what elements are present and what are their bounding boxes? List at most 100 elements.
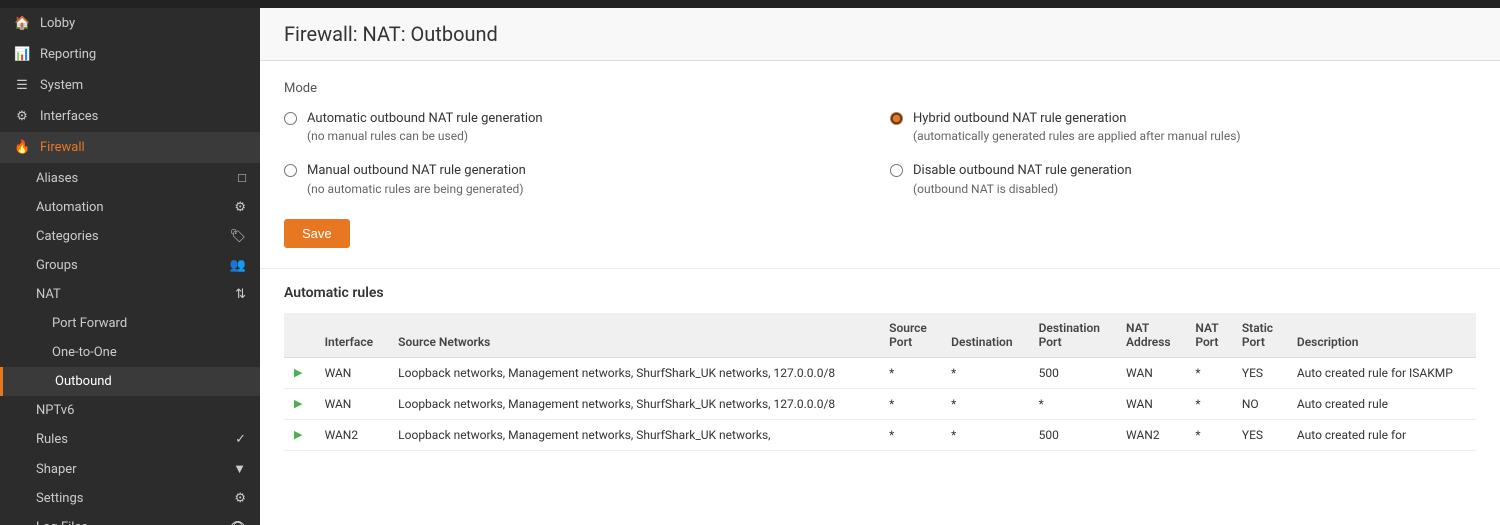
rules-label: Rules [36,432,68,447]
main-content: Firewall: NAT: Outbound Mode Automatic o… [260,8,1500,525]
firewall-icon: 🔥 [14,140,30,155]
sidebar-item-label: Reporting [40,47,96,62]
row-source-port: * [879,419,941,450]
row-source-networks: Loopback networks, Management networks, … [388,388,879,419]
row-indicator: ▶ [284,357,315,388]
sidebar-item-label: Interfaces [40,109,98,124]
reporting-icon: 📊 [14,47,30,62]
sidebar-item-outbound[interactable]: Outbound [0,367,260,396]
row-source-port: * [879,357,941,388]
col-description: Description [1287,313,1476,358]
table-row: ▶ WAN Loopback networks, Management netw… [284,388,1476,419]
radio-disable[interactable] [890,164,903,177]
automation-badge: ⚙ [234,200,246,215]
sidebar-item-port-forward[interactable]: Port Forward [0,309,260,338]
radio-option-auto: Automatic outbound NAT rule generation (… [284,110,870,146]
sidebar-item-settings[interactable]: Settings ⚙ [0,484,260,513]
sidebar-item-log-files[interactable]: Log Files 👁 [0,513,260,525]
log-files-label: Log Files [36,520,88,525]
automation-label: Automation [36,200,104,215]
row-nat-address: WAN [1116,357,1185,388]
sidebar-item-nat[interactable]: NAT ⇅ [0,280,260,309]
sidebar-item-firewall[interactable]: 🔥 Firewall [0,132,260,163]
outbound-label: Outbound [55,374,112,389]
radio-auto[interactable] [284,112,297,125]
row-indicator: ▶ [284,419,315,450]
row-interface: WAN [315,357,389,388]
top-bar [0,0,1500,8]
radio-hybrid[interactable] [890,112,903,125]
row-destination-port: 500 [1029,419,1116,450]
sidebar-item-system[interactable]: ☰ System [0,70,260,101]
sidebar-item-label: System [40,78,83,93]
port-forward-label: Port Forward [52,316,127,331]
radio-option-disable: Disable outbound NAT rule generation (ou… [890,162,1476,198]
nat-label: NAT [36,287,61,302]
sidebar-item-one-to-one[interactable]: One-to-One [0,338,260,367]
row-static-port: NO [1232,388,1287,419]
system-icon: ☰ [14,78,30,93]
sidebar: 🏠 Lobby 📊 Reporting ☰ System ⚙ Interface… [0,8,260,525]
sidebar-item-reporting[interactable]: 📊 Reporting [0,39,260,70]
col-destination-port: DestinationPort [1029,313,1116,358]
row-static-port: YES [1232,419,1287,450]
log-files-badge: 👁 [229,520,246,525]
categories-badge: 🏷 [229,229,246,244]
rules-table: Interface Source Networks SourcePort Des… [284,313,1476,451]
settings-badge: ⚙ [234,491,246,506]
row-source-port: * [879,388,941,419]
lobby-icon: 🏠 [14,16,30,31]
radio-manual[interactable] [284,164,297,177]
row-destination-port: 500 [1029,357,1116,388]
radio-manual-label[interactable]: Manual outbound NAT rule generation (no … [307,162,526,198]
one-to-one-label: One-to-One [52,345,117,360]
row-nat-address: WAN [1116,388,1185,419]
radio-auto-label[interactable]: Automatic outbound NAT rule generation (… [307,110,543,146]
col-source-port: SourcePort [879,313,941,358]
radio-hybrid-label[interactable]: Hybrid outbound NAT rule generation (aut… [913,110,1241,146]
sidebar-item-automation[interactable]: Automation ⚙ [0,193,260,222]
row-description: Auto created rule for ISAKMP [1287,357,1476,388]
save-button[interactable]: Save [284,219,350,248]
sidebar-item-interfaces[interactable]: ⚙ Interfaces [0,101,260,132]
row-destination: * [941,357,1028,388]
col-destination: Destination [941,313,1028,358]
sidebar-item-shaper[interactable]: Shaper ▼ [0,454,260,484]
row-indicator: ▶ [284,388,315,419]
radio-option-hybrid: Hybrid outbound NAT rule generation (aut… [890,110,1476,146]
radio-option-manual: Manual outbound NAT rule generation (no … [284,162,870,198]
shaper-label: Shaper [36,462,77,477]
col-nat-address: NATAddress [1116,313,1185,358]
col-indicator [284,313,315,358]
categories-label: Categories [36,229,99,244]
page-header: Firewall: NAT: Outbound [260,8,1500,61]
row-interface: WAN2 [315,419,389,450]
page-title: Firewall: NAT: Outbound [284,22,1476,46]
sidebar-item-nptv6[interactable]: NPTv6 [0,396,260,425]
sidebar-item-categories[interactable]: Categories 🏷 [0,222,260,251]
sidebar-item-rules[interactable]: Rules ✓ [0,425,260,454]
shaper-badge: ▼ [233,461,246,477]
row-source-networks: Loopback networks, Management networks, … [388,357,879,388]
sidebar-item-lobby[interactable]: 🏠 Lobby [0,8,260,39]
radio-disable-label[interactable]: Disable outbound NAT rule generation (ou… [913,162,1132,198]
col-static-port: StaticPort [1232,313,1287,358]
sidebar-item-label: Lobby [40,16,75,31]
interfaces-icon: ⚙ [14,109,30,124]
sidebar-item-groups[interactable]: Groups 👥 [0,251,260,280]
row-destination: * [941,419,1028,450]
groups-label: Groups [36,258,78,273]
row-nat-port: * [1185,388,1231,419]
table-section: Automatic rules Interface Source Network… [260,269,1500,467]
section-title: Automatic rules [284,285,1476,301]
row-destination: * [941,388,1028,419]
aliases-badge: □ [238,170,246,186]
nptv6-label: NPTv6 [36,403,74,418]
sidebar-item-aliases[interactable]: Aliases □ [0,163,260,193]
mode-form-section: Mode Automatic outbound NAT rule generat… [260,61,1500,269]
row-nat-address: WAN2 [1116,419,1185,450]
table-row: ▶ WAN Loopback networks, Management netw… [284,357,1476,388]
row-destination-port: * [1029,388,1116,419]
row-nat-port: * [1185,357,1231,388]
row-source-networks: Loopback networks, Management networks, … [388,419,879,450]
